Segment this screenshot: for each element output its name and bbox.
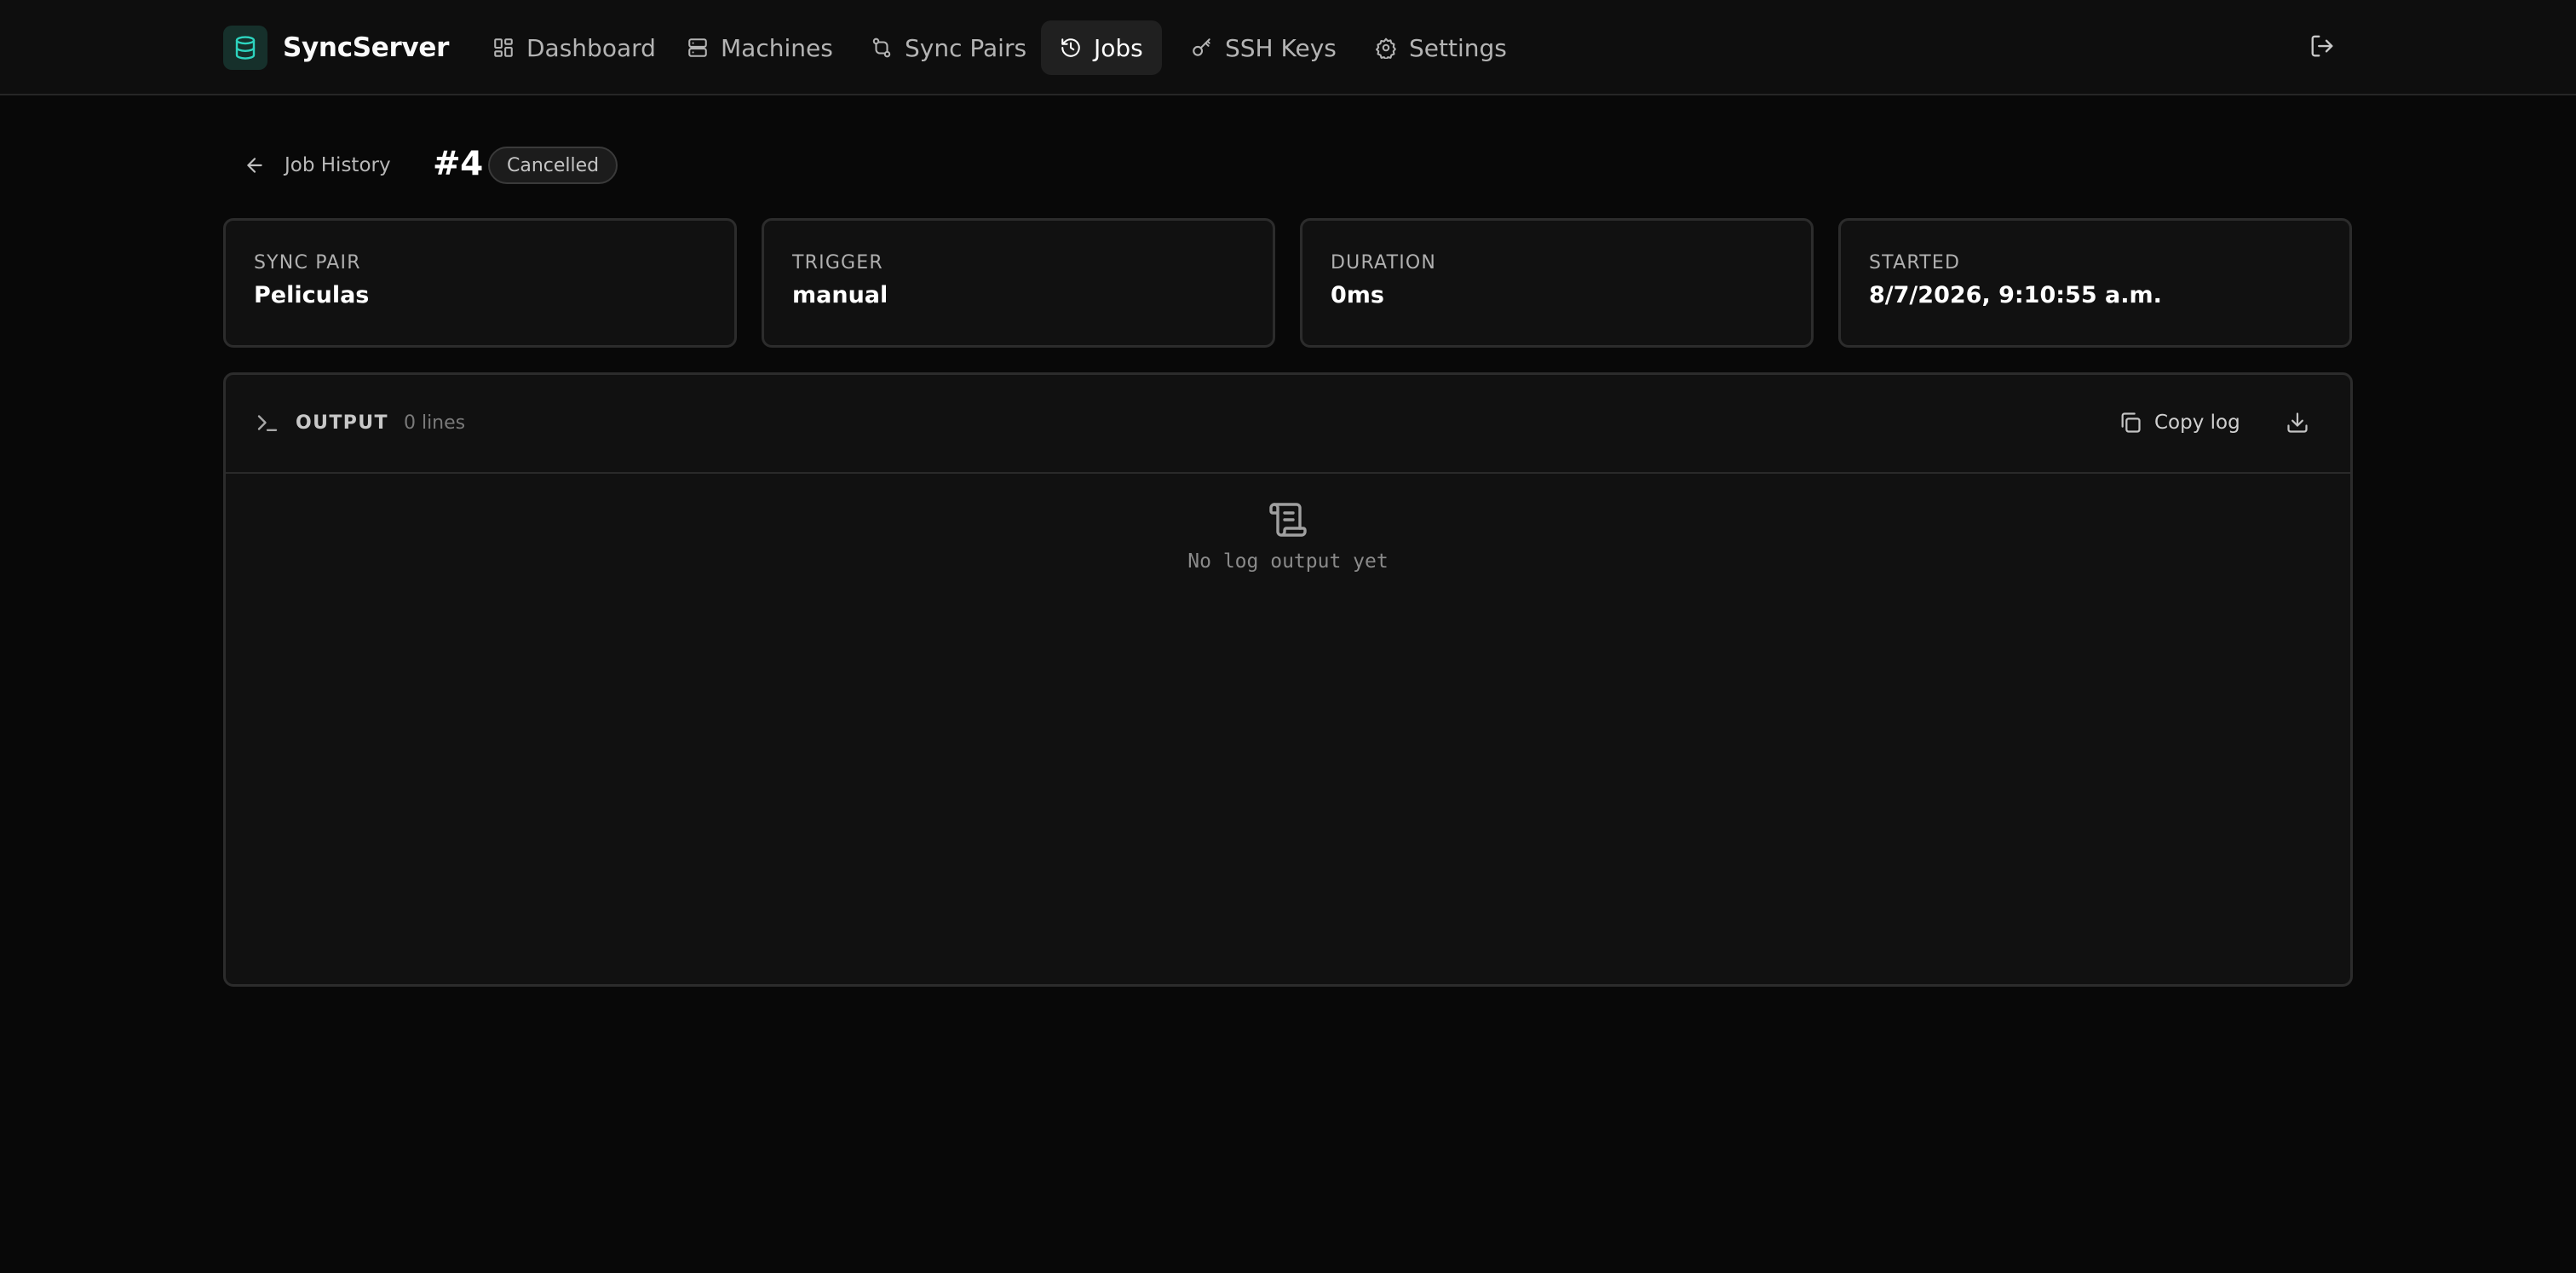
nav-item-machines[interactable]: Machines: [668, 20, 848, 75]
nav-label-sync-pairs: Sync Pairs: [905, 33, 1027, 62]
copy-icon: [2121, 412, 2141, 433]
nav-item-sync-pairs[interactable]: Sync Pairs: [852, 20, 1042, 75]
status-badge: Cancelled: [488, 147, 618, 184]
empty-log-message: No log output yet: [1187, 550, 1389, 573]
history-icon: [1060, 37, 1082, 59]
nav-label-machines: Machines: [721, 33, 833, 62]
gear-icon: [1375, 37, 1397, 60]
stat-label: Duration: [1331, 252, 1437, 274]
back-to-job-history-link[interactable]: Job History: [244, 150, 391, 181]
copy-log-label: Copy log: [2154, 412, 2240, 434]
nav-label-settings: Settings: [1409, 33, 1507, 62]
stat-value: manual: [792, 282, 888, 308]
logout-icon: [2309, 33, 2335, 62]
job-number: #4: [433, 145, 483, 183]
output-title: OUTPUT: [296, 412, 388, 434]
empty-log-state: No log output yet: [226, 499, 2350, 573]
download-icon: [2287, 412, 2308, 433]
top-navigation-bar: SyncServer Dashboard Machines Sync Pairs…: [0, 0, 2576, 95]
arrow-left-icon: [247, 158, 262, 173]
nav-label-ssh-keys: SSH Keys: [1225, 33, 1337, 62]
brand[interactable]: SyncServer: [223, 26, 449, 70]
copy-log-button[interactable]: Copy log: [2119, 404, 2240, 441]
key-icon: [1191, 37, 1213, 59]
git-compare-icon: [871, 37, 893, 59]
nav-item-ssh-keys[interactable]: SSH Keys: [1172, 20, 1352, 75]
output-title-group: OUTPUT 0 lines: [255, 406, 465, 440]
nav-item-settings[interactable]: Settings: [1356, 20, 1522, 75]
output-header: OUTPUT 0 lines Copy log: [226, 375, 2350, 474]
stat-label: Started: [1869, 252, 1961, 274]
download-log-button[interactable]: [2280, 406, 2314, 440]
stat-card-sync-pair: Sync Pair Peliculas: [223, 218, 737, 348]
database-icon: [223, 26, 267, 70]
stat-card-trigger: Trigger manual: [762, 218, 1275, 348]
server-icon: [687, 37, 709, 59]
stat-value: 8/7/2026, 9:10:55 a.m.: [1869, 282, 2162, 308]
terminal-icon: [257, 415, 278, 431]
nav-item-dashboard[interactable]: Dashboard: [474, 20, 671, 75]
stat-label: Trigger: [792, 252, 883, 274]
stat-card-started: Started 8/7/2026, 9:10:55 a.m.: [1838, 218, 2352, 348]
stat-value: 0ms: [1331, 282, 1384, 308]
stat-label: Sync Pair: [254, 252, 361, 274]
logout-button[interactable]: [2305, 31, 2339, 65]
output-panel: OUTPUT 0 lines Copy log No log output ye…: [223, 372, 2353, 987]
output-line-count: 0 lines: [403, 412, 466, 434]
nav-label-dashboard: Dashboard: [526, 33, 656, 62]
back-link-label: Job History: [285, 154, 391, 176]
stat-card-duration: Duration 0ms: [1300, 218, 1814, 348]
nav-label-jobs: Jobs: [1094, 33, 1143, 62]
stat-value: Peliculas: [254, 282, 370, 308]
scroll-icon: [1269, 503, 1307, 537]
app-name: SyncServer: [283, 32, 450, 63]
nav-item-jobs[interactable]: Jobs: [1041, 20, 1162, 75]
dashboard-icon: [492, 37, 515, 59]
